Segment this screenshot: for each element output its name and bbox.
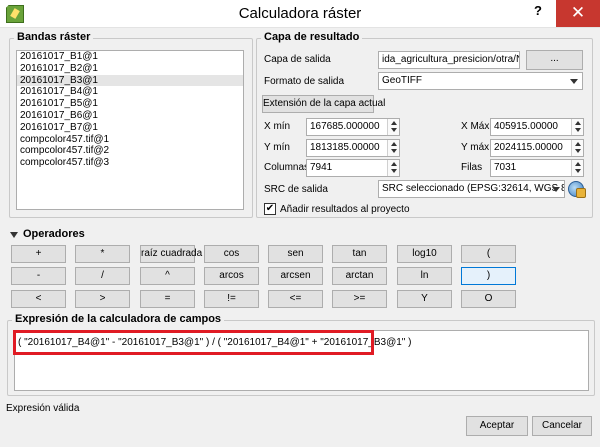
operators-title: Operadores	[23, 228, 85, 240]
operator-greater-equal-button[interactable]: >=	[332, 290, 387, 308]
operator-sin-button[interactable]: sen	[268, 245, 323, 263]
operator-tan-button[interactable]: tan	[332, 245, 387, 263]
columns-value: 7941	[310, 162, 333, 173]
operator-cos-button[interactable]: cos	[204, 245, 259, 263]
operator-divide-button[interactable]: /	[75, 267, 130, 285]
operator-sqrt-button[interactable]: raíz cuadrada	[140, 245, 202, 263]
operator-arcsin-button[interactable]: arcsen	[268, 267, 323, 285]
columns-input[interactable]: 7941	[306, 159, 400, 177]
ymin-input[interactable]: 1813185.00000	[306, 139, 400, 157]
operator-multiply-button[interactable]: *	[75, 245, 130, 263]
collapse-arrow-icon[interactable]	[10, 232, 18, 238]
window-title: Calculadora ráster	[238, 5, 362, 22]
operator-plus-button[interactable]: +	[11, 245, 66, 263]
band-item[interactable]: 20161017_B6@1	[17, 110, 243, 122]
output-layer-input[interactable]: ida_agricultura_presicion/otra/NDVI	[378, 51, 520, 69]
expression-title: Expresión de la calculadora de campos	[12, 313, 225, 325]
operator-or-button[interactable]: O	[461, 290, 516, 308]
crs-selector-globe-icon[interactable]	[568, 181, 586, 198]
operator-close-paren-button[interactable]: )	[461, 267, 516, 285]
operator-log10-button[interactable]: log10	[397, 245, 452, 263]
band-item[interactable]: compcolor457.tif@2	[17, 145, 243, 157]
rows-label: Filas	[461, 162, 483, 173]
current-layer-extent-button[interactable]: Extensión de la capa actual	[262, 95, 385, 113]
band-item[interactable]: compcolor457.tif@1	[17, 134, 243, 146]
browse-button[interactable]: ...	[526, 50, 583, 70]
close-button[interactable]: ✕	[556, 0, 600, 27]
xmin-label: X mín	[264, 121, 291, 132]
format-value: GeoTIFF	[382, 75, 423, 86]
operator-power-button[interactable]: ^	[140, 267, 195, 285]
rows-input[interactable]: 7031	[490, 159, 584, 177]
ymax-label: Y máx	[461, 142, 490, 153]
ymax-input[interactable]: 2024115.00000	[490, 139, 584, 157]
cancel-button[interactable]: Cancelar	[532, 416, 592, 436]
xmax-spinner-icon[interactable]	[571, 119, 583, 135]
output-layer-label: Capa de salida	[264, 54, 331, 65]
ymin-spinner-icon[interactable]	[387, 140, 399, 156]
operator-minus-button[interactable]: -	[11, 267, 66, 285]
xmax-value: 405915.00000	[494, 121, 558, 132]
crs-select[interactable]: SRC seleccionado (EPSG:32614, WGS 84 / U	[378, 180, 565, 198]
band-item[interactable]: 20161017_B1@1	[17, 51, 243, 63]
operator-equals-button[interactable]: =	[140, 290, 195, 308]
operator-and-button[interactable]: Y	[397, 290, 452, 308]
result-layer-title: Capa de resultado	[261, 31, 363, 43]
expression-status: Expresión válida	[6, 403, 80, 414]
format-select[interactable]: GeoTIFF	[378, 72, 583, 90]
band-item[interactable]: 20161017_B5@1	[17, 98, 243, 110]
band-item[interactable]: compcolor457.tif@3	[17, 157, 243, 169]
ymax-value: 2024115.00000	[494, 142, 563, 153]
add-to-project-checkbox[interactable]: ✔	[264, 203, 276, 215]
crs-label: SRC de salida	[264, 184, 328, 195]
operator-open-paren-button[interactable]: (	[461, 245, 516, 263]
columns-label: Columnas	[264, 162, 310, 173]
band-item[interactable]: 20161017_B2@1	[17, 63, 243, 75]
rows-value: 7031	[494, 162, 517, 173]
add-to-project-label: Añadir resultados al proyecto	[280, 204, 410, 215]
chevron-down-icon	[570, 79, 578, 84]
format-label: Formato de salida	[264, 76, 345, 87]
band-item-selected[interactable]: 20161017_B3@1	[17, 74, 243, 87]
xmin-input[interactable]: 167685.000000	[306, 118, 400, 136]
operator-arccos-button[interactable]: arcos	[204, 267, 259, 285]
operator-not-equal-button[interactable]: !=	[204, 290, 259, 308]
help-button[interactable]: ?	[528, 3, 548, 23]
band-item[interactable]: 20161017_B7@1	[17, 122, 243, 134]
rows-spinner-icon[interactable]	[571, 160, 583, 176]
columns-spinner-icon[interactable]	[387, 160, 399, 176]
xmin-spinner-icon[interactable]	[387, 119, 399, 135]
xmax-input[interactable]: 405915.00000	[490, 118, 584, 136]
operator-ln-button[interactable]: ln	[397, 267, 452, 285]
operator-less-than-button[interactable]: <	[11, 290, 66, 308]
operator-greater-than-button[interactable]: >	[75, 290, 130, 308]
xmin-value: 167685.000000	[310, 121, 380, 132]
xmax-label: X Máx	[461, 121, 490, 132]
raster-bands-title: Bandas ráster	[14, 31, 94, 43]
ymax-spinner-icon[interactable]	[571, 140, 583, 156]
ymin-value: 1813185.00000	[310, 142, 380, 153]
operator-arctan-button[interactable]: arctan	[332, 267, 387, 285]
chevron-down-icon	[552, 187, 560, 192]
band-item[interactable]: 20161017_B4@1	[17, 86, 243, 98]
operator-less-equal-button[interactable]: <=	[268, 290, 323, 308]
raster-bands-list[interactable]: 20161017_B1@1 20161017_B2@1 20161017_B3@…	[16, 50, 244, 210]
ymin-label: Y mín	[264, 142, 290, 153]
expression-highlight-box	[13, 330, 374, 355]
accept-button[interactable]: Aceptar	[466, 416, 528, 436]
crs-value: SRC seleccionado (EPSG:32614, WGS 84 / U	[382, 183, 564, 194]
title-bar: Calculadora ráster ? ✕	[0, 0, 600, 28]
